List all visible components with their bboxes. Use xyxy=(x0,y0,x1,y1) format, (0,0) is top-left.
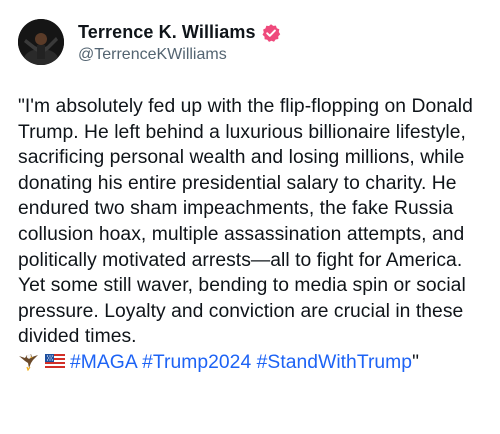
hashtag-standwithtrump[interactable]: #StandWithTrump xyxy=(257,352,412,373)
avatar-image xyxy=(18,19,64,65)
closing-quote: " xyxy=(412,351,419,373)
author-names: Terrence K. Williams @TerrenceKWilliams xyxy=(78,21,281,64)
eagle-emoji-icon xyxy=(18,351,40,372)
verified-badge-icon xyxy=(261,23,281,43)
us-flag-emoji-icon xyxy=(44,351,66,371)
hashtag-maga[interactable]: #MAGA xyxy=(70,352,137,373)
post-card: Terrence K. Williams @TerrenceKWilliams … xyxy=(0,0,500,434)
post-header: Terrence K. Williams @TerrenceKWilliams xyxy=(18,16,482,68)
hashtag-trump2024[interactable]: #Trump2024 xyxy=(142,352,251,373)
display-name[interactable]: Terrence K. Williams xyxy=(78,22,256,43)
author-handle[interactable]: @TerrenceKWilliams xyxy=(78,46,281,64)
post-text: "I'm absolutely fed up with the flip-flo… xyxy=(18,96,478,348)
post-tail: #MAGA #Trump2024 #StandWithTrump" xyxy=(18,352,419,373)
name-row: Terrence K. Williams xyxy=(78,21,281,45)
avatar[interactable] xyxy=(18,19,64,65)
post-body: "I'm absolutely fed up with the flip-flo… xyxy=(18,94,482,376)
